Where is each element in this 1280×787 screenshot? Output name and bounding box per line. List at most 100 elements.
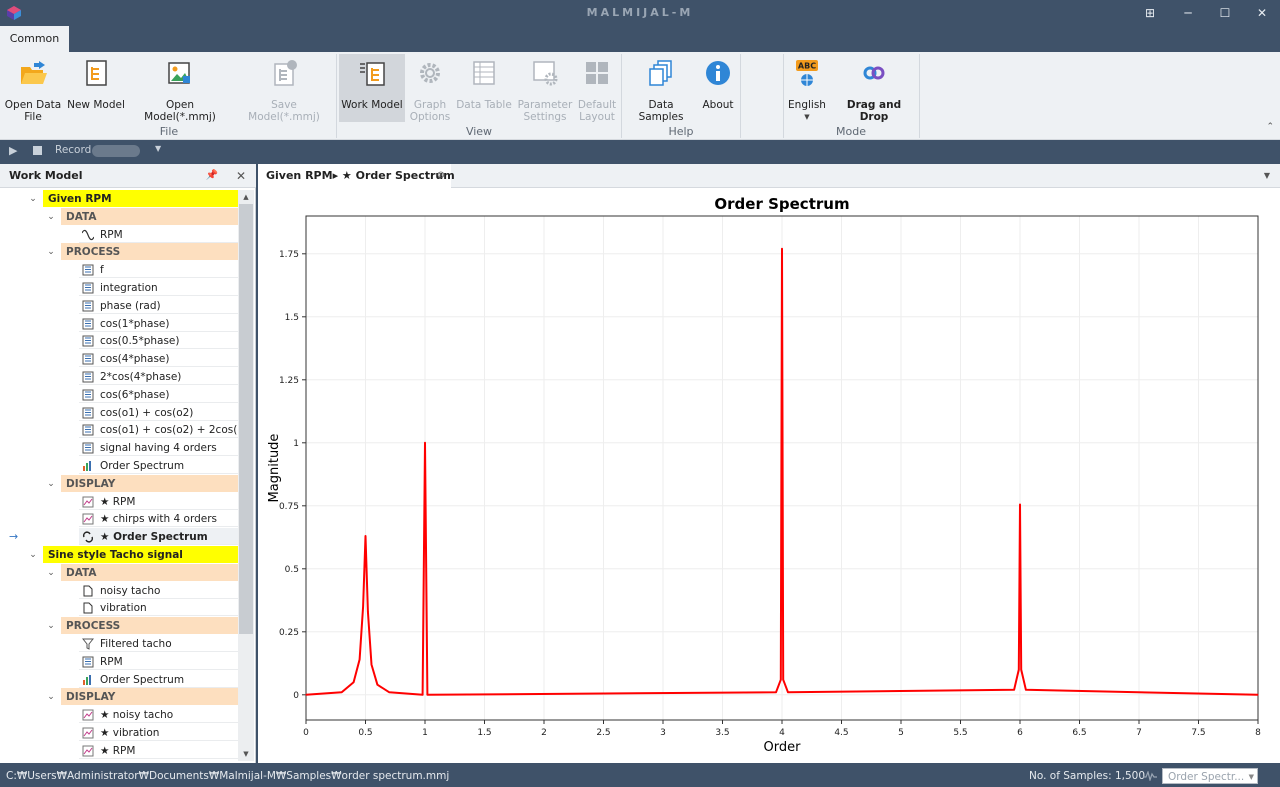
- tree-leaf-row[interactable]: phase (rad): [0, 297, 238, 315]
- tree-scrollbar[interactable]: ▲ ▼: [238, 190, 254, 761]
- calc-icon: [82, 264, 94, 276]
- tree-leaf-row[interactable]: noisy tacho: [0, 582, 238, 600]
- tree-leaf-row[interactable]: signal having 4 orders: [0, 439, 238, 457]
- x-tick-label: 0: [303, 728, 309, 738]
- document-tab[interactable]: Given RPM▸ ★ Order Spectrum ⊗: [258, 164, 455, 188]
- open-data-file-button[interactable]: Open Data File: [4, 54, 62, 123]
- tree-leaf-row[interactable]: cos(6*phase): [0, 386, 238, 404]
- calc-icon: [82, 424, 94, 436]
- scroll-thumb[interactable]: [239, 204, 253, 634]
- close-panel-icon[interactable]: ✕: [236, 164, 246, 188]
- pin-icon[interactable]: 📌: [206, 164, 218, 188]
- data-table-button[interactable]: Data Table: [455, 54, 513, 122]
- open-model-label: Open Model(*.mmj): [144, 99, 216, 123]
- file-icon: [83, 585, 93, 597]
- data-point: [775, 691, 777, 693]
- tree-leaf-row[interactable]: ★ vibration: [0, 724, 238, 742]
- tab-common[interactable]: Common: [0, 26, 69, 52]
- tree-leaf-row[interactable]: integration: [0, 279, 238, 297]
- work-model-header: Work Model 📌 ✕: [0, 164, 256, 188]
- gear-icon: [420, 63, 440, 83]
- chart-icon: [82, 513, 94, 525]
- tree-leaf-row[interactable]: Filtered tacho: [0, 635, 238, 653]
- tree-leaf-row[interactable]: cos(4*phase): [0, 350, 238, 368]
- tab-list-dropdown-icon[interactable]: ▼: [1264, 164, 1270, 188]
- tree-leaf-row[interactable]: cos(1*phase): [0, 315, 238, 333]
- expand-chevron-icon[interactable]: ⌄: [27, 190, 39, 208]
- x-tick-label: 1.5: [477, 728, 491, 738]
- record-toggle[interactable]: [92, 145, 140, 157]
- calc-icon: [82, 371, 94, 383]
- tree-item-label: vibration: [79, 599, 238, 617]
- tree-root-row[interactable]: ⌄ Sine style Tacho signal: [0, 546, 238, 564]
- drag-and-drop-button[interactable]: Drag and Drop: [832, 54, 916, 123]
- tree-group-row[interactable]: ⌄ DISPLAY: [0, 688, 238, 706]
- expand-chevron-icon[interactable]: ⌄: [45, 475, 57, 493]
- record-dropdown-icon[interactable]: ▼: [155, 144, 161, 153]
- order-spectrum-chart[interactable]: Order Spectrum 0 0.5 1 1.5 2 2.5 3 3.5 4 4.5 5 5.5 6 6…: [258, 188, 1280, 763]
- record-label: Record: [55, 144, 92, 156]
- tree-leaf-row[interactable]: 2*cos(4*phase): [0, 368, 238, 386]
- tree-leaf-row[interactable]: RPM: [0, 226, 238, 244]
- view-group-label: View: [465, 125, 493, 138]
- plot-selector[interactable]: Order Spectr... ▼: [1162, 768, 1258, 784]
- tree-leaf-row[interactable]: Order Spectrum: [0, 671, 238, 689]
- scroll-down-icon[interactable]: ▼: [238, 747, 254, 761]
- tree-leaf-row[interactable]: Order Spectrum: [0, 457, 238, 475]
- tree-leaf-row[interactable]: ★ noisy tacho: [0, 706, 238, 724]
- expand-chevron-icon[interactable]: ⌄: [27, 546, 39, 564]
- expand-chevron-icon[interactable]: ⌄: [45, 208, 57, 226]
- tree-leaf-row[interactable]: ★ RPM: [0, 742, 238, 760]
- save-model-button[interactable]: Save Model(*.mmj): [234, 54, 334, 123]
- maximize-button[interactable]: ☐: [1207, 0, 1243, 26]
- language-button[interactable]: ABC English ▼: [786, 54, 828, 122]
- stop-icon[interactable]: [33, 146, 42, 155]
- open-model-button[interactable]: Open Model(*.mmj): [130, 54, 230, 123]
- minimize-button[interactable]: ─: [1170, 0, 1206, 26]
- tree-leaf-row[interactable]: RPM: [0, 653, 238, 671]
- parameter-settings-button[interactable]: Parameter Settings: [516, 54, 574, 123]
- restore-layout-icon[interactable]: ⊞: [1132, 0, 1168, 26]
- tree-leaf-row[interactable]: ★ chirps with 4 orders: [0, 510, 238, 528]
- tree-item-label: DATA: [61, 207, 238, 225]
- table-icon: [473, 61, 495, 85]
- tree-leaf-row[interactable]: f: [0, 261, 238, 279]
- current-row-arrow-icon: →: [9, 530, 19, 544]
- data-samples-button[interactable]: Data Samples: [625, 54, 697, 123]
- tree-leaf-row[interactable]: vibration: [0, 599, 238, 617]
- tree-leaf-row[interactable]: cos(o1) + cos(o2): [0, 404, 238, 422]
- tree-leaf-row[interactable]: cos(0.5*phase): [0, 332, 238, 350]
- scroll-up-icon[interactable]: ▲: [238, 190, 254, 204]
- about-label: About: [702, 99, 734, 111]
- calc-icon: [82, 335, 94, 347]
- x-tick-label: 6.5: [1072, 728, 1086, 738]
- collapse-ribbon-icon[interactable]: ⌃: [1266, 122, 1274, 132]
- default-layout-label: Default Layout: [577, 99, 617, 123]
- tree-item-label: Filtered tacho: [79, 635, 238, 652]
- tree-group-row[interactable]: ⌄ PROCESS: [0, 617, 238, 635]
- tree-leaf-row[interactable]: cos(o1) + cos(o2) + 2cos(o3): [0, 421, 238, 439]
- tree-item-label: 2*cos(4*phase): [79, 368, 238, 385]
- tree-leaf-row[interactable]: ★ Order Spectrum →: [0, 528, 238, 546]
- tree-group-row[interactable]: ⌄ PROCESS: [0, 243, 238, 261]
- tree-leaf-row[interactable]: ★ RPM: [0, 493, 238, 511]
- close-window-button[interactable]: ✕: [1244, 0, 1280, 26]
- close-tab-icon[interactable]: ⊗: [437, 164, 445, 188]
- tree-root-row[interactable]: ⌄ Given RPM: [0, 190, 238, 208]
- expand-chevron-icon[interactable]: ⌄: [45, 243, 57, 261]
- drag-drop-icon: [863, 66, 885, 80]
- expand-chevron-icon[interactable]: ⌄: [45, 688, 57, 706]
- language-dropdown-icon: ▼: [804, 113, 810, 121]
- work-model-button[interactable]: Work Model: [339, 54, 405, 122]
- tree-group-row[interactable]: ⌄ DATA: [0, 563, 238, 582]
- about-button[interactable]: About: [700, 54, 736, 122]
- new-model-button[interactable]: New Model: [66, 54, 126, 122]
- tree-group-row[interactable]: ⌄ DISPLAY: [0, 474, 238, 493]
- play-icon[interactable]: ▶: [9, 144, 17, 157]
- expand-chevron-icon[interactable]: ⌄: [45, 564, 57, 582]
- tree-group-row[interactable]: ⌄ DATA: [0, 207, 238, 226]
- expand-chevron-icon[interactable]: ⌄: [45, 617, 57, 635]
- x-tick-label: 1: [422, 728, 428, 738]
- default-layout-button[interactable]: Default Layout: [577, 54, 617, 123]
- graph-options-button[interactable]: Graph Options: [408, 54, 452, 123]
